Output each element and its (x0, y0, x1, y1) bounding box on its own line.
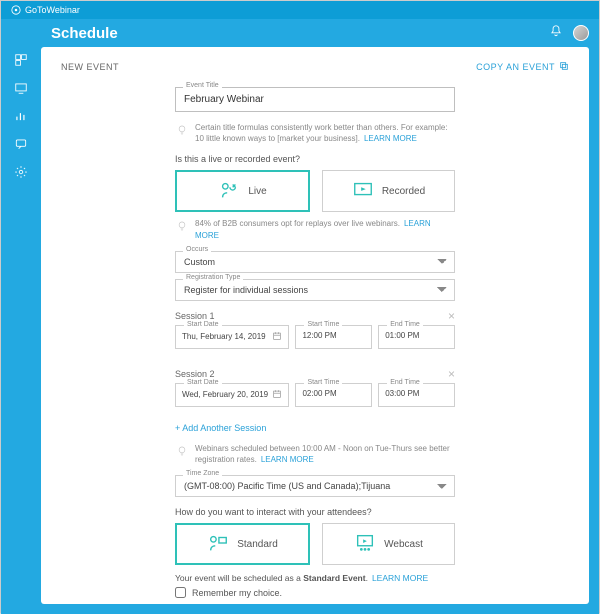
brand-name: GoToWebinar (25, 5, 80, 15)
tip-live-text: 84% of B2B consumers opt for replays ove… (195, 218, 455, 240)
panel-heading: NEW EVENT (61, 62, 119, 72)
brand-icon (11, 5, 21, 15)
regtype-label: Registration Type (183, 274, 243, 281)
event-title-label: Event Title (183, 82, 222, 89)
rail-dashboard-icon[interactable] (14, 53, 28, 67)
session1-start-input[interactable]: Start Time12:00 PM (295, 325, 372, 349)
tip-title-text: Certain title formulas consistently work… (195, 122, 455, 144)
bell-icon[interactable] (549, 24, 563, 43)
standard-icon (207, 532, 229, 557)
calendar-icon (272, 389, 282, 401)
add-session-link[interactable]: + Add Another Session (175, 423, 455, 433)
close-icon[interactable]: × (448, 309, 455, 323)
live-icon (218, 179, 240, 204)
close-icon[interactable]: × (448, 367, 455, 381)
occurs-label: Occurs (183, 246, 211, 253)
choice-recorded-card[interactable]: Recorded (322, 170, 455, 212)
rail-chat-icon[interactable] (14, 137, 28, 151)
timezone-select[interactable]: (GMT-08:00) Pacific Time (US and Canada)… (175, 475, 455, 497)
choice-live-card[interactable]: Live (175, 170, 310, 212)
session-title: Session 1 (175, 311, 215, 321)
page-title: Schedule (51, 25, 118, 42)
regtype-select[interactable]: Register for individual sessions (175, 279, 455, 301)
rail-analytics-icon[interactable] (14, 109, 28, 123)
learn-more-link[interactable]: LEARN MORE (364, 134, 417, 143)
lightbulb-icon (175, 218, 189, 236)
remember-choice-checkbox[interactable]: Remember my choice. (175, 587, 455, 598)
rail-monitor-icon[interactable] (14, 81, 28, 95)
session1-date-input[interactable]: Start DateThu, February 14, 2019 (175, 325, 289, 349)
choice-webcast-card[interactable]: Webcast (322, 523, 455, 565)
avatar[interactable] (573, 25, 589, 41)
lightbulb-icon (175, 122, 189, 140)
copy-icon (559, 61, 569, 73)
session1-end-input[interactable]: End Time01:00 PM (378, 325, 455, 349)
lightbulb-icon (175, 443, 189, 461)
copy-event-link[interactable]: COPY AN EVENT (476, 61, 569, 73)
session2-date-input[interactable]: Start DateWed, February 20, 2019 (175, 383, 289, 407)
tip-sched-text: Webinars scheduled between 10:00 AM - No… (195, 443, 455, 465)
session2-start-input[interactable]: Start Time02:00 PM (295, 383, 372, 407)
question-interact: How do you want to interact with your at… (175, 507, 455, 517)
learn-more-link[interactable]: LEARN MORE (261, 455, 314, 464)
session2-end-input[interactable]: End Time03:00 PM (378, 383, 455, 407)
webcast-icon (354, 532, 376, 557)
event-type-note: Your event will be scheduled as a Standa… (175, 573, 455, 583)
learn-more-link[interactable]: LEARN MORE (372, 573, 428, 583)
choice-standard-card[interactable]: Standard (175, 523, 310, 565)
session-title: Session 2 (175, 369, 215, 379)
calendar-icon (272, 331, 282, 343)
rail-settings-icon[interactable] (14, 165, 28, 179)
occurs-select[interactable]: Custom (175, 251, 455, 273)
recorded-icon (352, 179, 374, 204)
question-live-recorded: Is this a live or recorded event? (175, 154, 455, 164)
event-title-input[interactable] (175, 87, 455, 112)
tz-label: Time Zone (183, 470, 222, 477)
